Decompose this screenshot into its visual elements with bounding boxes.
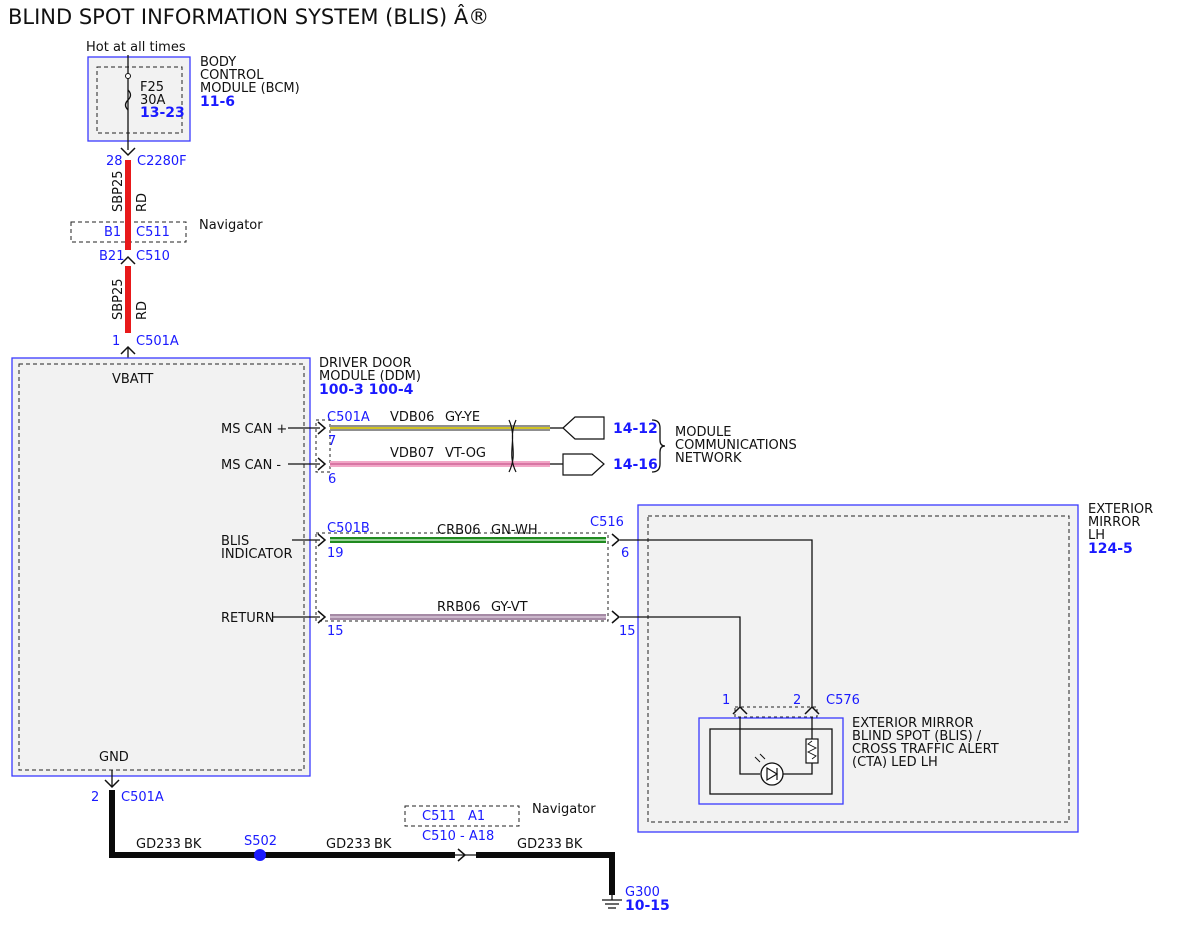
can-minus-pin: 6 (328, 472, 336, 487)
vdb06-circuit: VDB06 (390, 410, 434, 425)
sbp25-upper-circuit: SBP25 (111, 170, 126, 212)
ddm-box (11, 357, 311, 777)
can-minus-ref-link[interactable]: 14-16 (613, 457, 658, 473)
gnd-conn: C501A (121, 790, 164, 805)
c516-return-arrow-icon (611, 610, 621, 624)
ddm-pin-return: RETURN (221, 611, 274, 626)
navigator-label-bottom: Navigator (532, 802, 596, 817)
c501a-top-id: C501A (136, 334, 179, 349)
ddm-pin-ms-can-minus: MS CAN - (221, 458, 281, 473)
can-plus-ref-link[interactable]: 14-12 (613, 421, 658, 437)
c516-blis-pin: 6 (621, 546, 629, 561)
vdb07-color: VT-OG (445, 446, 486, 461)
bcm-box (87, 56, 191, 142)
g300-ref-link[interactable]: 10-15 (625, 898, 670, 914)
gnd-pin: 2 (91, 790, 99, 805)
c2280f-pin: 28 (106, 154, 123, 169)
crb06-color: GN-WH (491, 523, 538, 538)
c2280f-id: C2280F (137, 154, 187, 169)
ground-symbol-icon (602, 899, 622, 909)
can-conn-id: C501A (327, 410, 370, 425)
blis-pin: 19 (327, 546, 344, 561)
c511-right: C511 (136, 225, 170, 240)
power-label: Hot at all times (86, 40, 186, 55)
ddm-pin-gnd: GND (99, 750, 129, 765)
mcn-line3: NETWORK (675, 451, 742, 466)
resistor-icon (805, 738, 819, 764)
c576-pin2: 2 (793, 693, 801, 708)
return-pin: 15 (327, 624, 344, 639)
gd233-third-color: BK (565, 837, 583, 852)
gd233-second-label: GD233 (326, 837, 371, 852)
c501a-top-pin: 1 (112, 334, 120, 349)
c576-id: C576 (826, 693, 860, 708)
c510-id: C510 (136, 249, 170, 264)
sbp25-lower-circuit: SBP25 (111, 278, 126, 320)
gd233-first-label: GD233 (136, 837, 181, 852)
splice-s502-label: S502 (244, 834, 277, 849)
can-plus-pin: 7 (328, 434, 336, 449)
ddm-pin-vbatt: VBATT (112, 372, 153, 387)
nav-a1: A1 (468, 809, 485, 824)
fuse-terminal-icon (125, 73, 131, 79)
vdb07-circuit: VDB07 (390, 446, 434, 461)
bcm-ref-link[interactable]: 11-6 (200, 94, 235, 110)
gd233-first-color: BK (184, 837, 202, 852)
c576-pin1: 1 (722, 693, 730, 708)
ddm-pin-ms-can-plus: MS CAN + (221, 422, 287, 437)
c510-pin: B21 (99, 249, 124, 264)
wire-gd233-third (476, 852, 615, 895)
gd233-third-label: GD233 (517, 837, 562, 852)
fuse-ref-link[interactable]: 13-23 (140, 105, 185, 121)
nav-c510-a18: C510 - A18 (422, 829, 494, 844)
bcm-module (87, 56, 191, 142)
c516-blis-arrow-icon (611, 533, 621, 547)
mirror-ref-link[interactable]: 124-5 (1088, 541, 1133, 557)
c516-id: C516 (590, 515, 624, 530)
c511-left: B1 (104, 225, 121, 240)
crb06-circuit: CRB06 (437, 523, 481, 538)
navigator-label-top: Navigator (199, 218, 263, 233)
blis-conn-id: C501B (327, 521, 370, 536)
diagram-title: BLIND SPOT INFORMATION SYSTEM (BLIS) Â® (8, 4, 489, 29)
gd233-second-color: BK (374, 837, 392, 852)
ddm-pin-blis-line2: INDICATOR (221, 547, 293, 562)
nav-c511: C511 (422, 809, 456, 824)
ddm-ref-link[interactable]: 100-3 100-4 (319, 382, 414, 398)
rrb06-color: GY-VT (491, 600, 528, 615)
sbp25-upper-color: RD (135, 193, 150, 212)
splice-s502-icon (254, 849, 266, 861)
led-name-line4: (CTA) LED LH (852, 755, 938, 770)
led-icon (760, 762, 784, 786)
can-plus-offpage-connector-icon (562, 416, 605, 440)
wiring-diagram: BLIND SPOT INFORMATION SYSTEM (BLIS) Â® … (8, 4, 1153, 914)
can-minus-offpage-connector-icon (562, 453, 605, 476)
rrb06-circuit: RRB06 (437, 600, 481, 615)
vdb06-color: GY-YE (445, 410, 480, 425)
sbp25-lower-color: RD (135, 301, 150, 320)
c516-return-pin: 15 (619, 624, 636, 639)
